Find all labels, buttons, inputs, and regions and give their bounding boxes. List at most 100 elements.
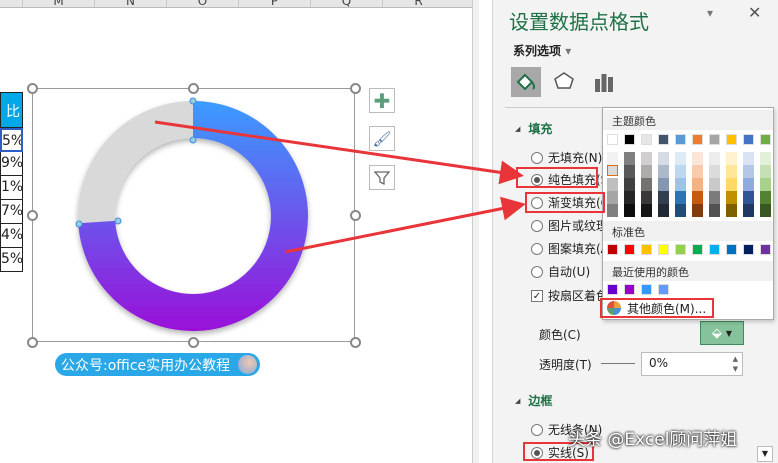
chart-styles-button[interactable]: 🖌	[369, 126, 395, 151]
transparency-slider[interactable]	[601, 363, 635, 364]
shade-color-swatch[interactable]	[675, 204, 686, 217]
shade-color-swatch[interactable]	[709, 152, 720, 165]
shade-color-swatch[interactable]	[692, 152, 703, 165]
shade-color-swatch[interactable]	[624, 204, 635, 217]
shade-color-swatch[interactable]	[760, 152, 771, 165]
fill-color-button[interactable]: ⬙ ▼	[700, 321, 744, 345]
shade-color-swatch[interactable]	[709, 165, 720, 178]
theme-color-swatch[interactable]	[624, 134, 635, 145]
resize-handle[interactable]	[350, 337, 361, 348]
shade-color-swatch[interactable]	[641, 152, 652, 165]
recent-color-swatch[interactable]	[607, 284, 618, 295]
shade-color-swatch[interactable]	[607, 191, 618, 204]
border-section-header[interactable]: 边框	[515, 392, 552, 409]
theme-color-swatch[interactable]	[760, 134, 771, 145]
resize-handle[interactable]	[27, 210, 38, 221]
series-options-dropdown[interactable]: 系列选项 ▾	[513, 42, 571, 59]
theme-color-swatch[interactable]	[709, 134, 720, 145]
standard-color-swatch[interactable]	[624, 244, 635, 255]
shade-color-swatch[interactable]	[607, 152, 618, 165]
standard-color-swatch[interactable]	[760, 244, 771, 255]
shade-color-swatch[interactable]	[658, 191, 669, 204]
shade-color-swatch[interactable]	[607, 204, 618, 217]
shade-color-swatch[interactable]	[692, 191, 703, 204]
shade-color-swatch[interactable]	[709, 178, 720, 191]
standard-color-swatch[interactable]	[641, 244, 652, 255]
shade-color-swatch[interactable]	[675, 152, 686, 165]
resize-handle[interactable]	[350, 210, 361, 221]
theme-color-swatch[interactable]	[658, 134, 669, 145]
resize-handle[interactable]	[188, 83, 199, 94]
shade-color-swatch[interactable]	[692, 178, 703, 191]
recent-color-swatch[interactable]	[641, 284, 652, 295]
shade-color-swatch[interactable]	[675, 165, 686, 178]
shade-color-swatch[interactable]	[709, 204, 720, 217]
donut-chart[interactable]	[0, 0, 480, 463]
shade-color-swatch[interactable]	[726, 191, 737, 204]
shade-color-swatch[interactable]	[624, 152, 635, 165]
shade-color-swatch[interactable]	[743, 178, 754, 191]
shade-color-swatch[interactable]	[658, 152, 669, 165]
no-fill-option[interactable]: 无填充(N)	[531, 149, 602, 166]
shade-color-swatch[interactable]	[658, 204, 669, 217]
shade-color-swatch[interactable]	[641, 178, 652, 191]
theme-color-swatch[interactable]	[726, 134, 737, 145]
shade-color-swatch[interactable]	[658, 178, 669, 191]
shade-color-swatch[interactable]	[760, 191, 771, 204]
shade-color-swatch[interactable]	[658, 165, 669, 178]
auto-fill-option[interactable]: 自动(U)	[531, 263, 590, 280]
resize-handle[interactable]	[350, 83, 361, 94]
standard-color-swatch[interactable]	[709, 244, 720, 255]
shade-color-swatch[interactable]	[624, 178, 635, 191]
tab-fill-line[interactable]	[511, 67, 541, 97]
shade-color-swatch[interactable]	[726, 204, 737, 217]
shade-color-swatch[interactable]	[743, 191, 754, 204]
shade-color-swatch[interactable]	[675, 178, 686, 191]
point-handle[interactable]	[189, 97, 197, 105]
resize-handle[interactable]	[188, 337, 199, 348]
standard-color-swatch[interactable]	[692, 244, 703, 255]
theme-color-swatch[interactable]	[675, 134, 686, 145]
standard-color-swatch[interactable]	[726, 244, 737, 255]
standard-color-swatch[interactable]	[675, 244, 686, 255]
donut-segment-remainder[interactable]	[78, 101, 193, 224]
standard-color-swatch[interactable]	[658, 244, 669, 255]
point-handle[interactable]	[75, 220, 83, 228]
shade-color-swatch[interactable]	[641, 165, 652, 178]
shade-color-swatch[interactable]	[760, 178, 771, 191]
recent-color-swatch[interactable]	[624, 284, 635, 295]
theme-color-swatch[interactable]	[692, 134, 703, 145]
shade-color-swatch[interactable]	[709, 191, 720, 204]
shade-color-swatch[interactable]	[692, 204, 703, 217]
theme-color-swatch[interactable]	[743, 134, 754, 145]
fill-section-header[interactable]: 填充	[515, 120, 552, 137]
theme-color-swatch[interactable]	[607, 134, 618, 145]
standard-color-swatch[interactable]	[743, 244, 754, 255]
shade-color-swatch[interactable]	[760, 165, 771, 178]
shade-color-swatch[interactable]	[641, 204, 652, 217]
resize-handle[interactable]	[27, 337, 38, 348]
close-icon[interactable]: ✕	[748, 3, 761, 22]
shade-color-swatch[interactable]	[743, 152, 754, 165]
shade-color-swatch[interactable]	[726, 152, 737, 165]
shade-color-swatch[interactable]	[624, 191, 635, 204]
scroll-down-button[interactable]: ▼	[757, 446, 773, 462]
shade-color-swatch[interactable]	[607, 178, 618, 191]
shade-color-swatch[interactable]	[641, 191, 652, 204]
transparency-input[interactable]: 0% ▲ ▼	[641, 352, 743, 376]
shade-color-swatch[interactable]	[726, 165, 737, 178]
resize-handle[interactable]	[27, 83, 38, 94]
standard-color-swatch[interactable]	[607, 244, 618, 255]
recent-color-swatch[interactable]	[658, 284, 669, 295]
point-handle[interactable]	[114, 217, 122, 225]
chart-filters-button[interactable]	[369, 165, 395, 190]
shade-color-swatch[interactable]	[743, 165, 754, 178]
point-handle[interactable]	[189, 136, 197, 144]
shade-color-swatch[interactable]	[607, 165, 618, 176]
shade-color-swatch[interactable]	[624, 165, 635, 178]
shade-color-swatch[interactable]	[675, 191, 686, 204]
shade-color-swatch[interactable]	[726, 178, 737, 191]
shade-color-swatch[interactable]	[743, 204, 754, 217]
chart-elements-button[interactable]: ✚	[369, 88, 395, 113]
shade-color-swatch[interactable]	[760, 204, 771, 217]
